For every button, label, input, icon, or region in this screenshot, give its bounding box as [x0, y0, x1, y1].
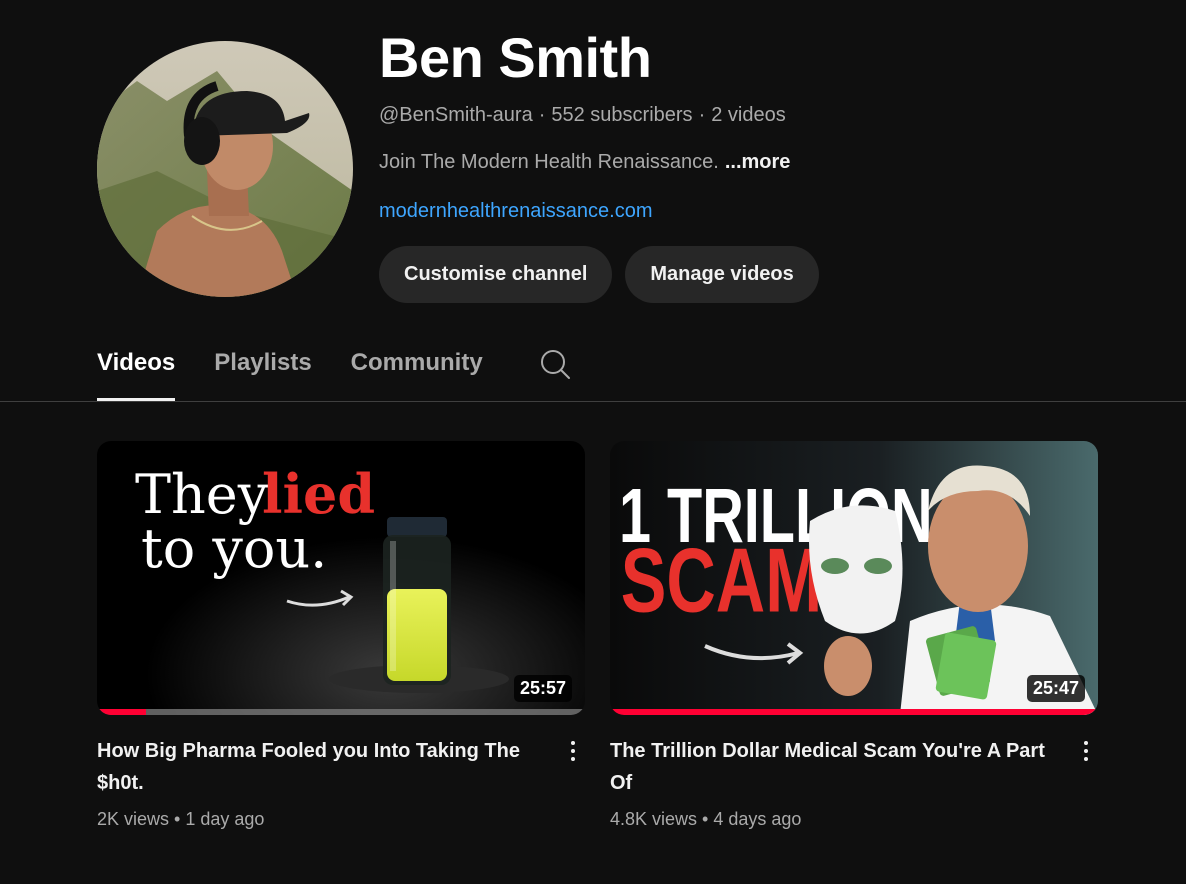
tab-playlists[interactable]: Playlists	[214, 340, 311, 401]
tabs-divider	[0, 401, 1186, 402]
video-count: 2 videos	[711, 104, 786, 126]
thumbnail-image: 1 TRILLION SCAM	[610, 441, 1098, 715]
tab-community[interactable]: Community	[351, 340, 483, 401]
watch-progress-fill	[97, 709, 146, 715]
channel-actions: Customise channel Manage videos	[379, 246, 1159, 303]
customise-channel-button[interactable]: Customise channel	[379, 246, 613, 303]
view-count: 4.8K views	[610, 809, 698, 829]
video-title-row: The Trillion Dollar Medical Scam You're …	[610, 735, 1098, 799]
channel-name: Ben Smith	[379, 26, 652, 89]
separator-dot: ·	[538, 104, 546, 126]
channel-meta: @BenSmith-aura · 552 subscribers · 2 videos	[379, 102, 1159, 128]
video-card[interactable]: They lied to you. 25:57 How Big Pharma F…	[97, 441, 585, 831]
watch-progress-bar	[97, 709, 585, 715]
video-thumbnail[interactable]: 1 TRILLION SCAM 25:47	[610, 441, 1098, 715]
channel-handle: @BenSmith-aura	[379, 104, 533, 126]
thumb-text-scam: SCAM	[621, 530, 822, 632]
channel-tabs: Videos Playlists Community	[97, 340, 572, 401]
video-meta: 2K views • 1 day ago	[97, 807, 585, 831]
channel-avatar[interactable]	[97, 41, 353, 297]
watch-progress-bar	[610, 709, 1098, 715]
video-thumbnail[interactable]: They lied to you. 25:57	[97, 441, 585, 715]
more-actions-icon[interactable]	[561, 735, 585, 767]
avatar-photo	[97, 41, 353, 297]
video-meta: 4.8K views • 4 days ago	[610, 807, 1098, 831]
separator-dot: •	[174, 809, 181, 829]
upload-age: 1 day ago	[185, 809, 265, 829]
video-title[interactable]: How Big Pharma Fooled you Into Taking Th…	[97, 735, 561, 799]
search-icon[interactable]	[538, 347, 572, 381]
video-card[interactable]: 1 TRILLION SCAM 25:47 The Trillion Dolla…	[610, 441, 1098, 831]
more-actions-icon[interactable]	[1074, 735, 1098, 767]
more-link[interactable]: ...more	[725, 151, 791, 173]
separator-dot: •	[702, 809, 709, 829]
subscriber-count: 552 subscribers	[551, 104, 693, 126]
thumbnail-image: They lied to you.	[97, 441, 585, 715]
video-title[interactable]: The Trillion Dollar Medical Scam You're …	[610, 735, 1074, 799]
description-text: Join The Modern Health Renaissance.	[379, 151, 719, 173]
video-duration: 25:57	[513, 675, 572, 702]
manage-videos-button[interactable]: Manage videos	[625, 246, 819, 303]
view-count: 2K views	[97, 809, 170, 829]
channel-page: Ben Smith @BenSmith-aura · 552 subscribers…	[0, 0, 1186, 884]
channel-description[interactable]: Join The Modern Health Renaissance. ...mo…	[379, 149, 1159, 175]
video-title-row: How Big Pharma Fooled you Into Taking Th…	[97, 735, 585, 799]
channel-website-link[interactable]: modernhealthrenaissance.com	[379, 198, 653, 224]
thumb-text-to-you: to you.	[141, 517, 327, 580]
watch-progress-fill	[610, 709, 1098, 715]
channel-info: Ben Smith @BenSmith-aura · 552 subscribers…	[379, 28, 1159, 303]
video-duration: 25:47	[1026, 675, 1085, 702]
upload-age: 4 days ago	[713, 809, 802, 829]
tab-videos[interactable]: Videos	[97, 340, 176, 401]
separator-dot: ·	[698, 104, 706, 126]
